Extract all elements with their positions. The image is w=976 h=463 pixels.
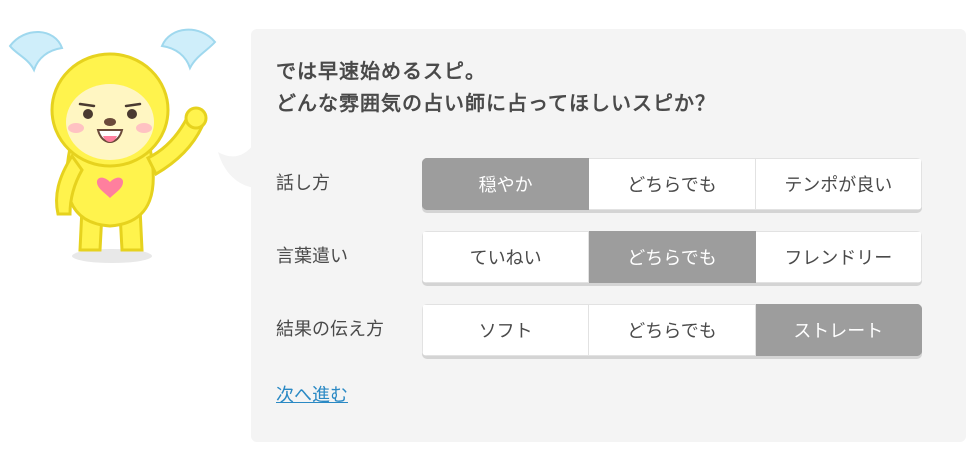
prompt-line-1: では早速始めるスピ。: [276, 59, 486, 83]
mascot-icon: [8, 28, 217, 263]
segmented-control: ソフト どちらでも ストレート: [422, 304, 922, 356]
option-button[interactable]: 穏やか: [422, 158, 590, 210]
row-label: 言葉遣い: [276, 246, 348, 267]
page: では早速始めるスピ。 どんな雰囲気の占い師に占ってほしいスピか？ 話し方 穏やか…: [0, 0, 976, 463]
row-speaking-style: 話し方 穏やか どちらでも テンポが良い: [276, 158, 926, 214]
segmented-control: 穏やか どちらでも テンポが良い: [422, 158, 922, 210]
prompt-line-2: どんな雰囲気の占い師に占ってほしいスピか？: [276, 91, 716, 115]
question-panel: では早速始めるスピ。 どんな雰囲気の占い師に占ってほしいスピか？ 話し方 穏やか…: [251, 29, 966, 442]
next-link[interactable]: 次へ進む: [276, 381, 348, 407]
option-button[interactable]: テンポが良い: [755, 158, 922, 210]
option-button[interactable]: ていねい: [422, 231, 590, 283]
option-button[interactable]: ソフト: [422, 304, 590, 356]
prompt-text: では早速始めるスピ。 どんな雰囲気の占い師に占ってほしいスピか？: [276, 55, 716, 119]
option-button[interactable]: ストレート: [755, 304, 922, 356]
row-label: 結果の伝え方: [276, 319, 384, 340]
segmented-control: ていねい どちらでも フレンドリー: [422, 231, 922, 283]
option-button[interactable]: フレンドリー: [755, 231, 922, 283]
row-wording: 言葉遣い ていねい どちらでも フレンドリー: [276, 231, 926, 287]
row-result-delivery: 結果の伝え方 ソフト どちらでも ストレート: [276, 304, 926, 360]
option-button[interactable]: どちらでも: [589, 231, 756, 283]
option-button[interactable]: どちらでも: [589, 304, 756, 356]
option-button[interactable]: どちらでも: [589, 158, 756, 210]
row-label: 話し方: [276, 173, 330, 194]
